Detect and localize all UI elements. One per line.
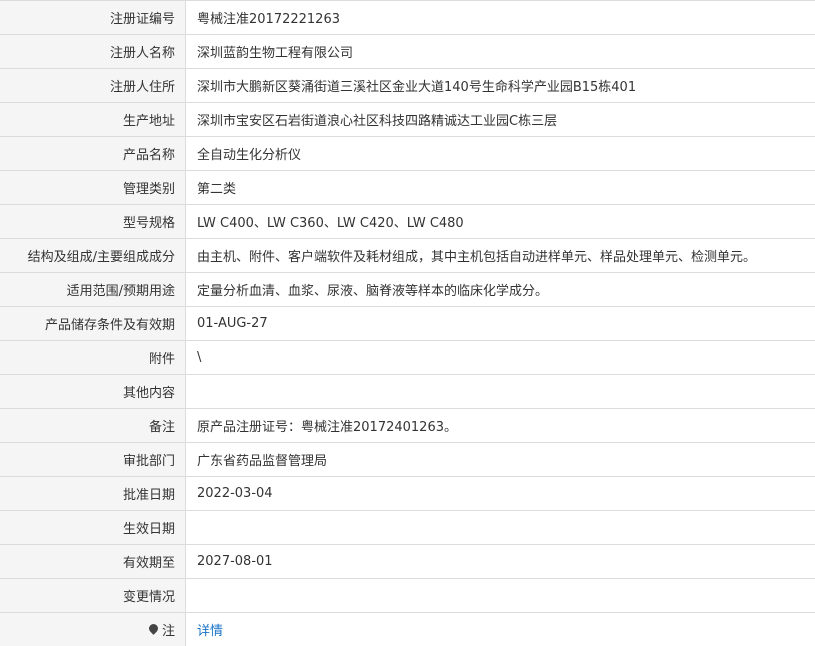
row-attachment: 附件 \: [0, 341, 815, 375]
field-label: 有效期至: [0, 545, 186, 578]
row-effective-date: 生效日期: [0, 511, 815, 545]
row-production-address: 生产地址 深圳市宝安区石岩街道浪心社区科技四路精诚达工业园C栋三层: [0, 103, 815, 137]
field-label: 结构及组成/主要组成成分: [0, 239, 186, 272]
field-value: 由主机、附件、客户端软件及耗材组成，其中主机包括自动进样单元、样品处理单元、检测…: [197, 250, 757, 265]
field-label: 生效日期: [0, 511, 186, 544]
field-label: 管理类别: [0, 171, 186, 204]
field-value: 详情: [186, 613, 815, 646]
field-value: 2022-03-04: [197, 486, 273, 501]
field-label: 产品名称: [0, 137, 186, 170]
map-pin-icon: [147, 622, 160, 635]
field-label: 注册证编号: [0, 1, 186, 34]
field-value: 深圳蓝韵生物工程有限公司: [197, 46, 354, 61]
field-value: [186, 511, 815, 544]
field-value: LW C400、LW C360、LW C420、LW C480: [197, 216, 464, 231]
row-model: 型号规格 LW C400、LW C360、LW C420、LW C480: [0, 205, 815, 239]
row-registrant-name: 注册人名称 深圳蓝韵生物工程有限公司: [0, 35, 815, 69]
field-value: 2027-08-01: [197, 554, 273, 569]
field-value: 全自动生化分析仪: [197, 148, 302, 163]
details-link[interactable]: 详情: [197, 620, 223, 639]
field-value: [186, 375, 815, 408]
registration-info-table: 注册证编号 粤械注准20172221263 注册人名称 深圳蓝韵生物工程有限公司 注册人…: [0, 0, 815, 646]
field-value: 广东省药品监督管理局: [197, 454, 328, 469]
note-label: 注: [161, 624, 175, 639]
field-value: 01-AUG-27: [197, 316, 268, 331]
field-label: 产品储存条件及有效期: [0, 307, 186, 340]
field-label: 适用范围/预期用途: [0, 273, 186, 306]
field-value: \: [197, 350, 202, 365]
row-approval-dept: 审批部门 广东省药品监督管理局: [0, 443, 815, 477]
row-storage: 产品储存条件及有效期 01-AUG-27: [0, 307, 815, 341]
row-product-name: 产品名称 全自动生化分析仪: [0, 137, 815, 171]
row-approval-date: 批准日期 2022-03-04: [0, 477, 815, 511]
row-reg-no: 注册证编号 粤械注准20172221263: [0, 1, 815, 35]
field-label: 注: [0, 613, 186, 646]
row-remarks: 备注 原产品注册证号：粤械注准20172401263。: [0, 409, 815, 443]
field-label: 审批部门: [0, 443, 186, 476]
field-label: 其他内容: [0, 375, 186, 408]
field-label: 生产地址: [0, 103, 186, 136]
field-value: 深圳市大鹏新区葵涌街道三溪社区金业大道140号生命科学产业园B15栋401: [197, 80, 637, 95]
row-other: 其他内容: [0, 375, 815, 409]
field-value: [186, 579, 815, 612]
field-label: 变更情况: [0, 579, 186, 612]
field-value: 粤械注准20172221263: [197, 12, 340, 27]
row-changes: 变更情况: [0, 579, 815, 613]
field-label: 注册人住所: [0, 69, 186, 102]
field-label: 注册人名称: [0, 35, 186, 68]
field-value: 第二类: [197, 182, 237, 197]
row-note: 注 详情: [0, 613, 815, 646]
field-label: 备注: [0, 409, 186, 442]
row-registrant-address: 注册人住所 深圳市大鹏新区葵涌街道三溪社区金业大道140号生命科学产业园B15栋4…: [0, 69, 815, 103]
field-value: 深圳市宝安区石岩街道浪心社区科技四路精诚达工业园C栋三层: [197, 114, 558, 129]
row-structure: 结构及组成/主要组成成分 由主机、附件、客户端软件及耗材组成，其中主机包括自动进样…: [0, 239, 815, 273]
row-category: 管理类别 第二类: [0, 171, 815, 205]
field-value: 定量分析血清、血浆、尿液、脑脊液等样本的临床化学成分。: [197, 284, 549, 299]
field-label: 批准日期: [0, 477, 186, 510]
field-label: 附件: [0, 341, 186, 374]
row-intended-use: 适用范围/预期用途 定量分析血清、血浆、尿液、脑脊液等样本的临床化学成分。: [0, 273, 815, 307]
field-label: 型号规格: [0, 205, 186, 238]
field-value: 原产品注册证号：粤械注准20172401263。: [197, 420, 457, 435]
row-valid-until: 有效期至 2027-08-01: [0, 545, 815, 579]
